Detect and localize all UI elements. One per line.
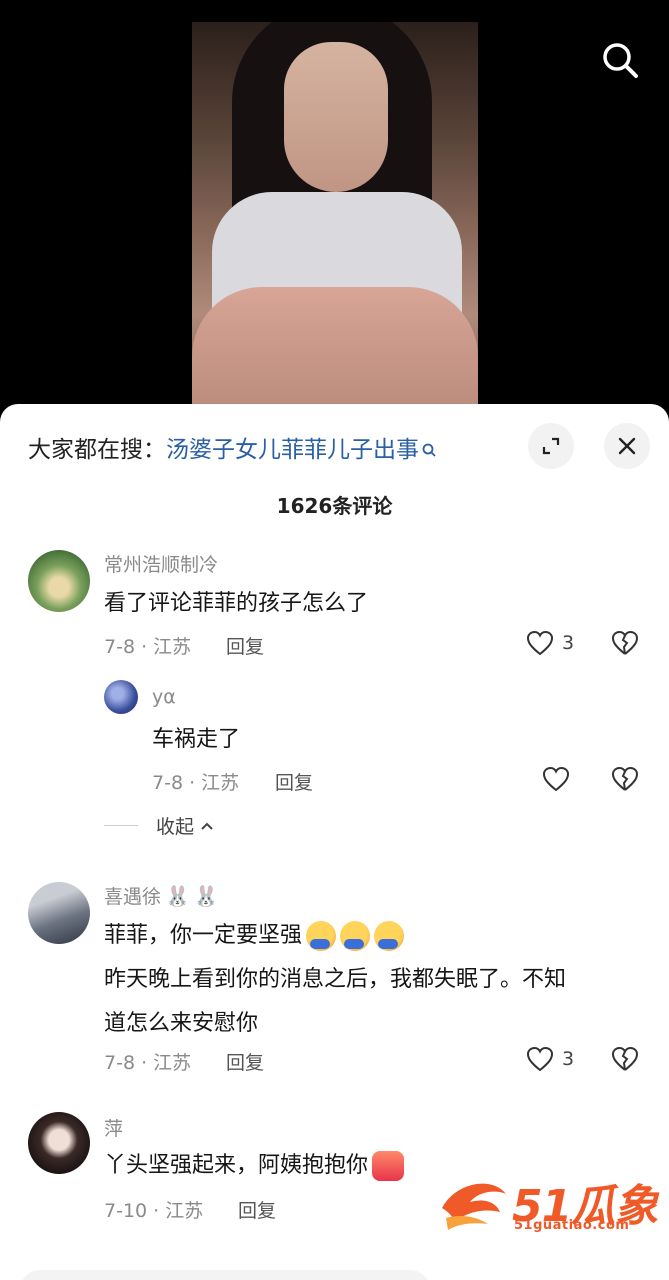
heart-icon (526, 1046, 554, 1072)
video-arms (192, 287, 478, 412)
comment-count: 1626条评论 (276, 494, 393, 518)
search-small-icon (421, 438, 437, 464)
like-button[interactable] (542, 766, 570, 792)
avatar[interactable] (28, 1112, 90, 1174)
video-frame[interactable] (192, 22, 478, 412)
chevron-up-icon (201, 822, 213, 830)
comment-meta: 7-8 · 江苏 (104, 1052, 192, 1074)
thanks-sticker-icon (372, 1151, 405, 1181)
dislike-button[interactable] (611, 1046, 639, 1076)
reply-avatar[interactable] (104, 680, 138, 714)
like-button[interactable]: 3 (526, 1046, 574, 1072)
comment-text: 看了评论菲菲的孩子怎么了 (104, 591, 369, 616)
like-count: 3 (562, 632, 575, 654)
dislike-button[interactable] (611, 630, 639, 660)
reply-button[interactable]: 回复 (238, 1196, 276, 1223)
comment-text: 菲菲，你一定要坚强 昨天晚上看到你的消息之后，我都失眠了。不知 道怎么来安慰你 (104, 914, 644, 1046)
comment-text-line2: 昨天晚上看到你的消息之后，我都失眠了。不知 (104, 967, 567, 992)
like-button[interactable]: 3 (526, 630, 574, 656)
broken-heart-icon (611, 1046, 639, 1071)
heart-icon (526, 630, 554, 656)
reply-text: 车祸走了 (152, 727, 241, 752)
reply-button[interactable]: 回复 (226, 632, 264, 659)
comment-meta: 7-8 · 江苏 (104, 636, 192, 658)
comment-author[interactable]: 常州浩顺制冷 (104, 550, 218, 577)
hug-emoji-icon (306, 921, 337, 951)
divider-line (104, 825, 138, 826)
collapse-replies-button[interactable]: 收起 (104, 812, 214, 839)
reply-button[interactable]: 回复 (226, 1048, 264, 1075)
hot-search-keyword[interactable]: 汤婆子女儿菲菲儿子出事 (166, 437, 419, 463)
like-count: 3 (562, 1048, 575, 1070)
reply-author[interactable]: yα (152, 686, 176, 708)
expand-icon[interactable] (528, 423, 574, 469)
comment-text-line1: 菲菲，你一定要坚强 (104, 923, 303, 948)
dislike-button[interactable] (611, 766, 639, 796)
comment-meta: 7-10 · 江苏 (104, 1200, 204, 1222)
hot-search-prefix: 大家都在搜： (28, 437, 166, 463)
comment-panel: 大家都在搜：汤婆子女儿菲菲儿子出事 1626条评论 常州浩顺制冷 看了评论菲菲的… (0, 404, 669, 1280)
reply-meta: 7-8 · 江苏 (152, 772, 240, 794)
rabbit-icon: 🐰 (165, 884, 190, 908)
reply-button[interactable]: 回复 (275, 768, 313, 795)
watermark-url: 51guatiao.com (514, 1218, 630, 1233)
comment-text-line3: 道怎么来安慰你 (104, 1011, 259, 1036)
hug-emoji-icon (340, 921, 371, 951)
avatar[interactable] (28, 882, 90, 944)
video-face (284, 42, 388, 192)
search-icon[interactable] (598, 38, 642, 82)
comment-author-name: 喜遇徐 (104, 886, 162, 908)
rabbit-icon: 🐰 (193, 884, 219, 908)
hug-emoji-icon (374, 921, 405, 951)
comment-text: 丫头坚强起来，阿姨抱抱你 (104, 1144, 405, 1188)
avatar[interactable] (28, 550, 90, 612)
broken-heart-icon (611, 766, 639, 791)
comment-author[interactable]: 喜遇徐 🐰 🐰 (104, 882, 219, 909)
hot-search-bar[interactable]: 大家都在搜：汤婆子女儿菲菲儿子出事 (28, 430, 437, 464)
video-player[interactable] (0, 0, 669, 420)
collapse-label: 收起 (156, 816, 195, 838)
broken-heart-icon (611, 630, 639, 655)
close-icon[interactable] (604, 423, 650, 469)
heart-icon (542, 766, 570, 792)
comment-text-content: 丫头坚强起来，阿姨抱抱你 (104, 1153, 369, 1178)
comment-input[interactable] (20, 1270, 430, 1280)
comment-author[interactable]: 萍 (104, 1114, 123, 1141)
